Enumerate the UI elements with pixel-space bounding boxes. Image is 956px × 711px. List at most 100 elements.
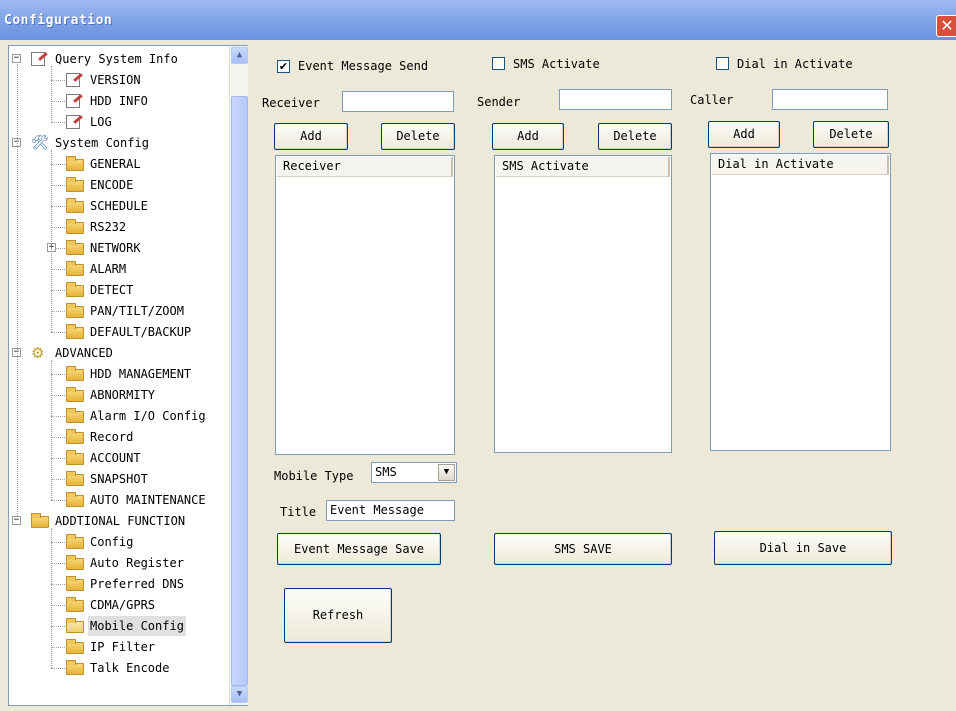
tree-item[interactable]: ACCOUNT (9, 448, 229, 468)
folder-icon (66, 282, 84, 297)
event-message-send-checkbox[interactable]: ✔ (277, 60, 290, 73)
tree-item[interactable]: Auto Register (9, 553, 229, 573)
sms-add-button[interactable]: Add (492, 123, 564, 150)
tree-item-label: GENERAL (90, 157, 141, 171)
tree-item-label: HDD MANAGEMENT (90, 367, 192, 381)
event-message-save-button[interactable]: Event Message Save (277, 533, 441, 565)
tree-item[interactable]: IP Filter (9, 637, 229, 657)
tree-connector (51, 185, 65, 186)
receiver-delete-button[interactable]: Delete (381, 123, 455, 150)
tree-item[interactable]: − 🛠 System Config (9, 133, 229, 153)
tree-connector (51, 626, 65, 627)
folder-icon (66, 492, 84, 507)
tree-item-label: Auto Register (90, 556, 184, 570)
title-input[interactable]: Event Message (326, 500, 455, 521)
collapse-icon[interactable]: − (12, 516, 21, 525)
tree-connector (17, 64, 18, 516)
dial-in-activate-label: Dial in Activate (737, 57, 853, 71)
tree-item[interactable]: + NETWORK (9, 238, 229, 258)
tree-connector (51, 360, 52, 500)
tree-item[interactable]: Config (9, 532, 229, 552)
receiver-input[interactable] (342, 91, 454, 112)
tree-item-label: RS232 (90, 220, 127, 234)
receiver-list-header[interactable]: Receiver (277, 157, 453, 177)
tree-item-label: LOG (90, 115, 112, 129)
tree-item[interactable]: SCHEDULE (9, 196, 229, 216)
sender-label: Sender (477, 95, 521, 109)
tree-item[interactable]: − ⚙ ADVANCED (9, 343, 229, 363)
caller-input[interactable] (772, 89, 888, 110)
sms-save-button[interactable]: SMS SAVE (494, 533, 672, 565)
tree-item[interactable]: Alarm I/O Config (9, 406, 229, 426)
tree-item[interactable]: SNAPSHOT (9, 469, 229, 489)
tree-item[interactable]: ABNORMITY (9, 385, 229, 405)
folder-icon (66, 177, 84, 192)
receiver-add-button[interactable]: Add (274, 123, 348, 150)
folder-icon (66, 156, 84, 171)
tree-item[interactable]: − ADDTIONAL FUNCTION (9, 511, 229, 531)
tree-connector (51, 101, 65, 102)
dial-in-activate-list[interactable]: Dial in Activate (710, 153, 891, 451)
scroll-up-icon[interactable]: ▲ (231, 47, 248, 64)
tree-connector (51, 528, 52, 668)
folder-icon (66, 597, 84, 612)
tree-item[interactable]: AUTO MAINTENANCE (9, 490, 229, 510)
dial-in-activate-checkbox[interactable] (716, 57, 729, 70)
tree-connector (51, 605, 65, 606)
event-message-send-label: Event Message Send (298, 59, 429, 73)
tree-item[interactable]: DEFAULT/BACKUP (9, 322, 229, 342)
sms-activate-checkbox[interactable] (492, 57, 505, 70)
folder-icon (66, 408, 84, 423)
folder-icon (66, 576, 84, 591)
tree-item[interactable]: DETECT (9, 280, 229, 300)
tree-item[interactable]: PAN/TILT/ZOOM (9, 301, 229, 321)
tree-connector (51, 563, 65, 564)
tree-item[interactable]: GENERAL (9, 154, 229, 174)
dial-in-activate-list-header[interactable]: Dial in Activate (712, 155, 889, 175)
tree-item[interactable]: HDD INFO (9, 91, 229, 111)
folder-icon (66, 261, 84, 276)
tree-scrollbar[interactable]: ▲ ▼ (229, 46, 248, 705)
scroll-down-icon[interactable]: ▼ (231, 686, 248, 703)
tree-item[interactable]: Preferred DNS (9, 574, 229, 594)
tree-item[interactable]: RS232 (9, 217, 229, 237)
tree-item[interactable]: ALARM (9, 259, 229, 279)
tree-item[interactable]: Mobile Config (9, 616, 229, 636)
folder-icon (66, 324, 84, 339)
tree-item[interactable]: − Query System Info (9, 49, 229, 69)
tree-item[interactable]: VERSION (9, 70, 229, 90)
folder-icon (31, 513, 49, 528)
scroll-thumb[interactable] (231, 96, 248, 686)
tree-item[interactable]: Talk Encode (9, 658, 229, 678)
folder-icon (66, 534, 84, 549)
tree-item-label: ACCOUNT (90, 451, 141, 465)
open-folder-icon (66, 618, 84, 633)
tree-item[interactable]: CDMA/GPRS (9, 595, 229, 615)
tree-item-label: DEFAULT/BACKUP (90, 325, 192, 339)
sms-delete-button[interactable]: Delete (598, 123, 672, 150)
tree-item[interactable]: Record (9, 427, 229, 447)
mobile-type-select[interactable]: SMS ▼ (371, 462, 457, 483)
sender-input[interactable] (559, 89, 672, 110)
receiver-list[interactable]: Receiver (275, 155, 455, 455)
tree-item-label: VERSION (90, 73, 141, 87)
tree-item-label: ADDTIONAL FUNCTION (55, 514, 186, 528)
close-icon[interactable]: ✕ (936, 15, 956, 37)
dial-delete-button[interactable]: Delete (813, 121, 889, 148)
dial-add-button[interactable]: Add (708, 121, 780, 148)
folder-icon (66, 387, 84, 402)
tree-item[interactable]: LOG (9, 112, 229, 132)
tree-item-label: SNAPSHOT (90, 472, 148, 486)
tree-item[interactable]: ENCODE (9, 175, 229, 195)
sms-activate-list-header[interactable]: SMS Activate (496, 157, 670, 177)
tree-connector (51, 80, 65, 81)
tree-item-label: Preferred DNS (90, 577, 184, 591)
chevron-down-icon[interactable]: ▼ (438, 464, 455, 481)
dial-in-save-button[interactable]: Dial in Save (714, 531, 892, 565)
tree-item[interactable]: HDD MANAGEMENT (9, 364, 229, 384)
refresh-button[interactable]: Refresh (284, 588, 392, 643)
folder-icon (66, 429, 84, 444)
collapse-icon[interactable]: − (12, 54, 21, 63)
tree-connector (51, 332, 65, 333)
sms-activate-list[interactable]: SMS Activate (494, 155, 672, 453)
